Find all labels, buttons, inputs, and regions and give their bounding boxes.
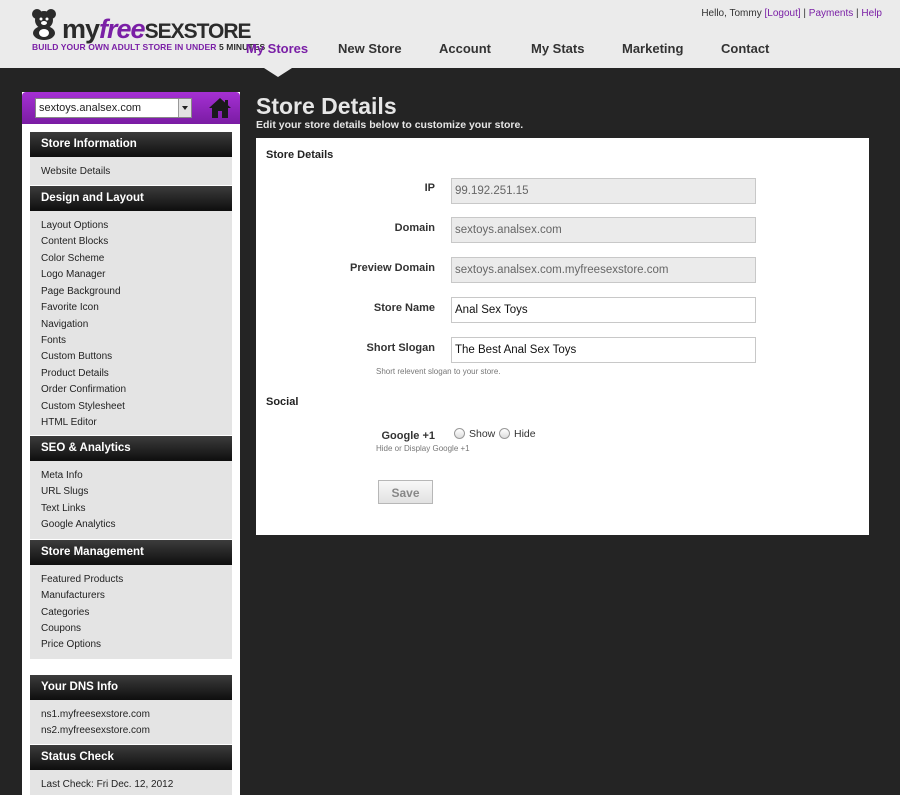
google-plus-label: Google +1 [381,430,436,442]
sidebar-link-content-blocks[interactable]: Content Blocks [41,236,108,247]
sidebar-link-meta-info[interactable]: Meta Info [41,470,83,481]
save-button[interactable]: Save [378,480,433,504]
section-store-management: Store Management [30,540,232,565]
sidebar-link-html-editor[interactable]: HTML Editor [41,417,97,428]
sidebar-link-website-details[interactable]: Website Details [41,166,110,177]
nav-my-stores[interactable]: My Stores [246,41,308,56]
preview-domain-label: Preview Domain [350,262,435,274]
section-design-layout-links: Layout Options Content Blocks Color Sche… [30,211,232,435]
ip-field[interactable]: 99.192.251.15 [451,178,756,204]
dns-line: ns1.myfreesexstore.com [41,709,150,720]
domain-label: Domain [394,222,435,234]
status-check-body: Last Check: Fri Dec. 12, 2012 [30,770,232,795]
nav-new-store[interactable]: New Store [338,41,402,56]
sidebar-link-layout-options[interactable]: Layout Options [41,220,108,231]
preview-domain-field[interactable]: sextoys.analsex.com.myfreesexstore.com [451,257,756,283]
sidebar-link-price-options[interactable]: Price Options [41,639,101,650]
section-seo-analytics: SEO & Analytics [30,436,232,461]
home-icon[interactable] [208,97,232,119]
section-store-information: Store Information [30,132,232,157]
dns-info-body: ns1.myfreesexstore.com ns2.myfreesexstor… [30,700,232,744]
nav-my-stats[interactable]: My Stats [531,41,584,56]
chevron-down-icon[interactable] [178,99,191,117]
nav-contact[interactable]: Contact [721,41,769,56]
google-show-label[interactable]: Show [469,428,495,440]
sidebar-link-navigation[interactable]: Navigation [41,319,88,330]
google-hide-label[interactable]: Hide [514,428,536,440]
social-title: Social [266,396,299,408]
short-slogan-field[interactable]: The Best Anal Sex Toys [451,337,756,363]
sidebar-link-url-slugs[interactable]: URL Slugs [41,486,88,497]
sidebar-link-favorite-icon[interactable]: Favorite Icon [41,302,99,313]
store-details-panel: Store Details IP 99.192.251.15 Domain se… [256,138,869,535]
section-status-check: Status Check [30,745,232,770]
sidebar-link-coupons[interactable]: Coupons [41,623,81,634]
section-store-information-links: Website Details [30,157,232,185]
sidebar-link-custom-buttons[interactable]: Custom Buttons [41,351,112,362]
google-show-radio[interactable] [454,428,465,439]
sidebar-link-featured-products[interactable]: Featured Products [41,574,123,585]
store-select[interactable]: sextoys.analsex.com [35,98,192,118]
last-check-text: Last Check: Fri Dec. 12, 2012 [41,779,174,790]
nav-account[interactable]: Account [439,41,491,56]
header: myfreeSEXSTORE BUILD YOUR OWN ADULT STOR… [0,0,900,68]
sidebar-link-product-details[interactable]: Product Details [41,368,109,379]
page-subtitle: Edit your store details below to customi… [256,119,524,131]
sidebar-link-manufacturers[interactable]: Manufacturers [41,590,105,601]
logout-link[interactable]: [Logout] [764,8,800,19]
panel-title: Store Details [266,149,334,161]
dns-line: ns2.myfreesexstore.com [41,725,150,736]
sidebar-link-text-links[interactable]: Text Links [41,503,85,514]
greeting-text: Hello, Tommy [701,8,762,19]
nav-marketing[interactable]: Marketing [622,41,683,56]
teddy-bear-icon [32,9,56,40]
google-plus-hint: Hide or Display Google +1 [376,444,470,453]
sidebar-link-order-confirmation[interactable]: Order Confirmation [41,384,126,395]
page-title: Store Details [256,93,397,119]
sidebar-link-custom-stylesheet[interactable]: Custom Stylesheet [41,401,125,412]
section-design-layout: Design and Layout [30,186,232,211]
logo-tagline: BUILD YOUR OWN ADULT STORE IN UNDER 5 MI… [32,42,266,52]
section-store-management-links: Featured Products Manufacturers Categori… [30,565,232,659]
store-selector-bar: sextoys.analsex.com [22,92,240,124]
section-dns-info: Your DNS Info [30,675,232,700]
store-name-label: Store Name [373,302,435,314]
google-hide-radio[interactable] [499,428,510,439]
sidebar-link-page-background[interactable]: Page Background [41,286,121,297]
slogan-hint: Short relevent slogan to your store. [376,367,501,376]
ip-label: IP [424,182,435,194]
help-link[interactable]: Help [861,8,882,19]
sidebar: sextoys.analsex.com Store Information We… [22,92,240,795]
short-slogan-label: Short Slogan [366,342,435,354]
domain-field[interactable]: sextoys.analsex.com [451,217,756,243]
sidebar-link-color-scheme[interactable]: Color Scheme [41,253,104,264]
sidebar-link-google-analytics[interactable]: Google Analytics [41,519,116,530]
section-seo-analytics-links: Meta Info URL Slugs Text Links Google An… [30,461,232,539]
store-name-field[interactable]: Anal Sex Toys [451,297,756,323]
user-links: Hello, Tommy [Logout] | Payments | Help [701,8,882,19]
site-logo[interactable]: myfreeSEXSTORE BUILD YOUR OWN ADULT STOR… [30,8,265,56]
sidebar-link-logo-manager[interactable]: Logo Manager [41,269,106,280]
sidebar-link-categories[interactable]: Categories [41,607,89,618]
active-nav-pointer [264,68,292,77]
payments-link[interactable]: Payments [809,8,853,19]
sidebar-link-fonts[interactable]: Fonts [41,335,66,346]
